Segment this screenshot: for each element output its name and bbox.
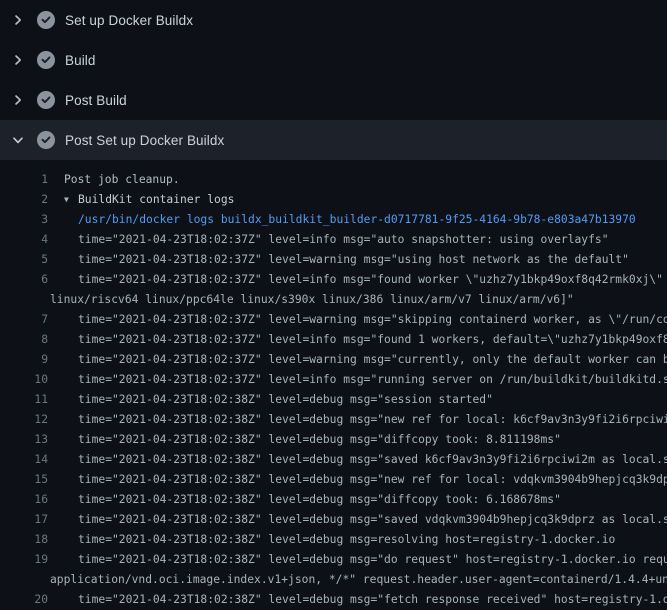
log-text: time="2021-04-23T18:02:38Z" level=debug … bbox=[78, 510, 667, 530]
step-header-build[interactable]: Build bbox=[0, 40, 667, 80]
check-circle-icon bbox=[37, 91, 55, 109]
line-number[interactable]: 14 bbox=[0, 450, 48, 470]
line-number bbox=[0, 290, 48, 310]
step-title: Post Set up Docker Buildx bbox=[65, 133, 224, 148]
log-line: 3/usr/bin/docker logs buildx_buildkit_bu… bbox=[0, 210, 667, 230]
log-line: 16 time="2021-04-23T18:02:38Z" level=debu… bbox=[0, 490, 667, 510]
log-text: time="2021-04-23T18:02:38Z" level=debug … bbox=[78, 430, 561, 450]
check-circle-icon bbox=[37, 11, 55, 29]
log-line: 7 time="2021-04-23T18:02:37Z" level=warni… bbox=[0, 310, 667, 330]
log-text: time="2021-04-23T18:02:38Z" level=debug … bbox=[78, 590, 667, 610]
log-area: 1 Post job cleanup. 2 ▼BuildKit container l… bbox=[0, 160, 667, 600]
log-text: time="2021-04-23T18:02:38Z" level=debug … bbox=[78, 530, 615, 550]
log-line: 17 time="2021-04-23T18:02:38Z" level=debu… bbox=[0, 510, 667, 530]
log-line: 5 time="2021-04-23T18:02:37Z" level=warni… bbox=[0, 250, 667, 270]
step-title: Post Build bbox=[65, 93, 127, 108]
check-circle-icon bbox=[37, 51, 55, 69]
triangle-down-icon: ▼ bbox=[64, 190, 78, 210]
log-text: application/vnd.oci.image.index.v1+json,… bbox=[50, 570, 667, 590]
log-text: linux/riscv64 linux/ppc64le linux/s390x … bbox=[50, 290, 574, 310]
log-text: time="2021-04-23T18:02:37Z" level=info m… bbox=[78, 370, 667, 390]
log-text: time="2021-04-23T18:02:38Z" level=debug … bbox=[78, 450, 667, 470]
log-text: time="2021-04-23T18:02:38Z" level=debug … bbox=[78, 390, 493, 410]
chevron-down-icon[interactable] bbox=[10, 132, 26, 148]
line-number bbox=[0, 570, 48, 590]
check-circle-icon bbox=[37, 131, 55, 149]
line-number[interactable]: 15 bbox=[0, 470, 48, 490]
log-line: 15 time="2021-04-23T18:02:38Z" level=debu… bbox=[0, 470, 667, 490]
log-line: 1 Post job cleanup. bbox=[0, 170, 667, 190]
line-number[interactable]: 19 bbox=[0, 550, 48, 570]
line-number[interactable]: 3 bbox=[0, 210, 48, 230]
log-line: 18 time="2021-04-23T18:02:38Z" level=debu… bbox=[0, 530, 667, 550]
log-line: 4 time="2021-04-23T18:02:37Z" level=info … bbox=[0, 230, 667, 250]
log-line: 9 time="2021-04-23T18:02:37Z" level=warni… bbox=[0, 350, 667, 370]
line-number[interactable]: 18 bbox=[0, 530, 48, 550]
log-text: time="2021-04-23T18:02:38Z" level=debug … bbox=[78, 470, 667, 490]
line-number[interactable]: 17 bbox=[0, 510, 48, 530]
line-number[interactable]: 4 bbox=[0, 230, 48, 250]
chevron-right-icon[interactable] bbox=[10, 12, 26, 28]
log-text: time="2021-04-23T18:02:37Z" level=warnin… bbox=[78, 310, 667, 330]
chevron-right-icon[interactable] bbox=[10, 92, 26, 108]
log-line: 20 time="2021-04-23T18:02:38Z" level=debu… bbox=[0, 590, 667, 610]
log-line: 8 time="2021-04-23T18:02:37Z" level=info … bbox=[0, 330, 667, 350]
log-text: time="2021-04-23T18:02:38Z" level=debug … bbox=[78, 490, 561, 510]
log-line: 19 time="2021-04-23T18:02:38Z" level=debu… bbox=[0, 550, 667, 570]
line-number[interactable]: 12 bbox=[0, 410, 48, 430]
line-number[interactable]: 6 bbox=[0, 270, 48, 290]
log-line: 12 time="2021-04-23T18:02:38Z" level=debu… bbox=[0, 410, 667, 430]
line-number[interactable]: 9 bbox=[0, 350, 48, 370]
step-title: Set up Docker Buildx bbox=[65, 13, 193, 28]
log-line: 10 time="2021-04-23T18:02:37Z" level=info… bbox=[0, 370, 667, 390]
log-text: time="2021-04-23T18:02:38Z" level=debug … bbox=[78, 550, 667, 570]
log-text: time="2021-04-23T18:02:37Z" level=info m… bbox=[78, 230, 609, 250]
line-number[interactable]: 10 bbox=[0, 370, 48, 390]
log-text: time="2021-04-23T18:02:38Z" level=debug … bbox=[78, 410, 667, 430]
log-text: time="2021-04-23T18:02:37Z" level=info m… bbox=[78, 270, 667, 290]
log-group-title: BuildKit container logs bbox=[78, 193, 234, 206]
line-number[interactable]: 5 bbox=[0, 250, 48, 270]
workflow-log-viewer: Set up Docker Buildx Build Post Build Post … bbox=[0, 0, 667, 600]
log-text: Post job cleanup. bbox=[64, 170, 180, 190]
line-number[interactable]: 11 bbox=[0, 390, 48, 410]
step-list: Set up Docker Buildx Build Post Build Post … bbox=[0, 0, 667, 160]
log-line: 14 time="2021-04-23T18:02:38Z" level=debu… bbox=[0, 450, 667, 470]
line-number[interactable]: 20 bbox=[0, 590, 48, 610]
step-header-post-set-up-docker-buildx[interactable]: Post Set up Docker Buildx bbox=[0, 120, 667, 160]
log-line: 2 ▼BuildKit container logs bbox=[0, 190, 667, 210]
log-line-continuation: linux/riscv64 linux/ppc64le linux/s390x … bbox=[0, 290, 667, 310]
log-command-text: /usr/bin/docker logs buildx_buildkit_bui… bbox=[78, 210, 636, 230]
line-number[interactable]: 1 bbox=[0, 170, 48, 190]
log-text: time="2021-04-23T18:02:37Z" level=info m… bbox=[78, 330, 667, 350]
line-number[interactable]: 2 bbox=[0, 190, 48, 210]
step-title: Build bbox=[65, 53, 96, 68]
log-line: 13 time="2021-04-23T18:02:38Z" level=debu… bbox=[0, 430, 667, 450]
line-number[interactable]: 16 bbox=[0, 490, 48, 510]
chevron-right-icon[interactable] bbox=[10, 52, 26, 68]
log-group-toggle[interactable]: ▼BuildKit container logs bbox=[64, 190, 234, 210]
step-header-set-up-docker-buildx[interactable]: Set up Docker Buildx bbox=[0, 0, 667, 40]
log-text: time="2021-04-23T18:02:37Z" level=warnin… bbox=[78, 350, 667, 370]
log-line-continuation: application/vnd.oci.image.index.v1+json,… bbox=[0, 570, 667, 590]
log-line: 6 time="2021-04-23T18:02:37Z" level=info … bbox=[0, 270, 667, 290]
line-number[interactable]: 13 bbox=[0, 430, 48, 450]
line-number[interactable]: 8 bbox=[0, 330, 48, 350]
step-header-post-build[interactable]: Post Build bbox=[0, 80, 667, 120]
line-number[interactable]: 7 bbox=[0, 310, 48, 330]
log-line: 11 time="2021-04-23T18:02:38Z" level=debu… bbox=[0, 390, 667, 410]
log-text: time="2021-04-23T18:02:37Z" level=warnin… bbox=[78, 250, 629, 270]
